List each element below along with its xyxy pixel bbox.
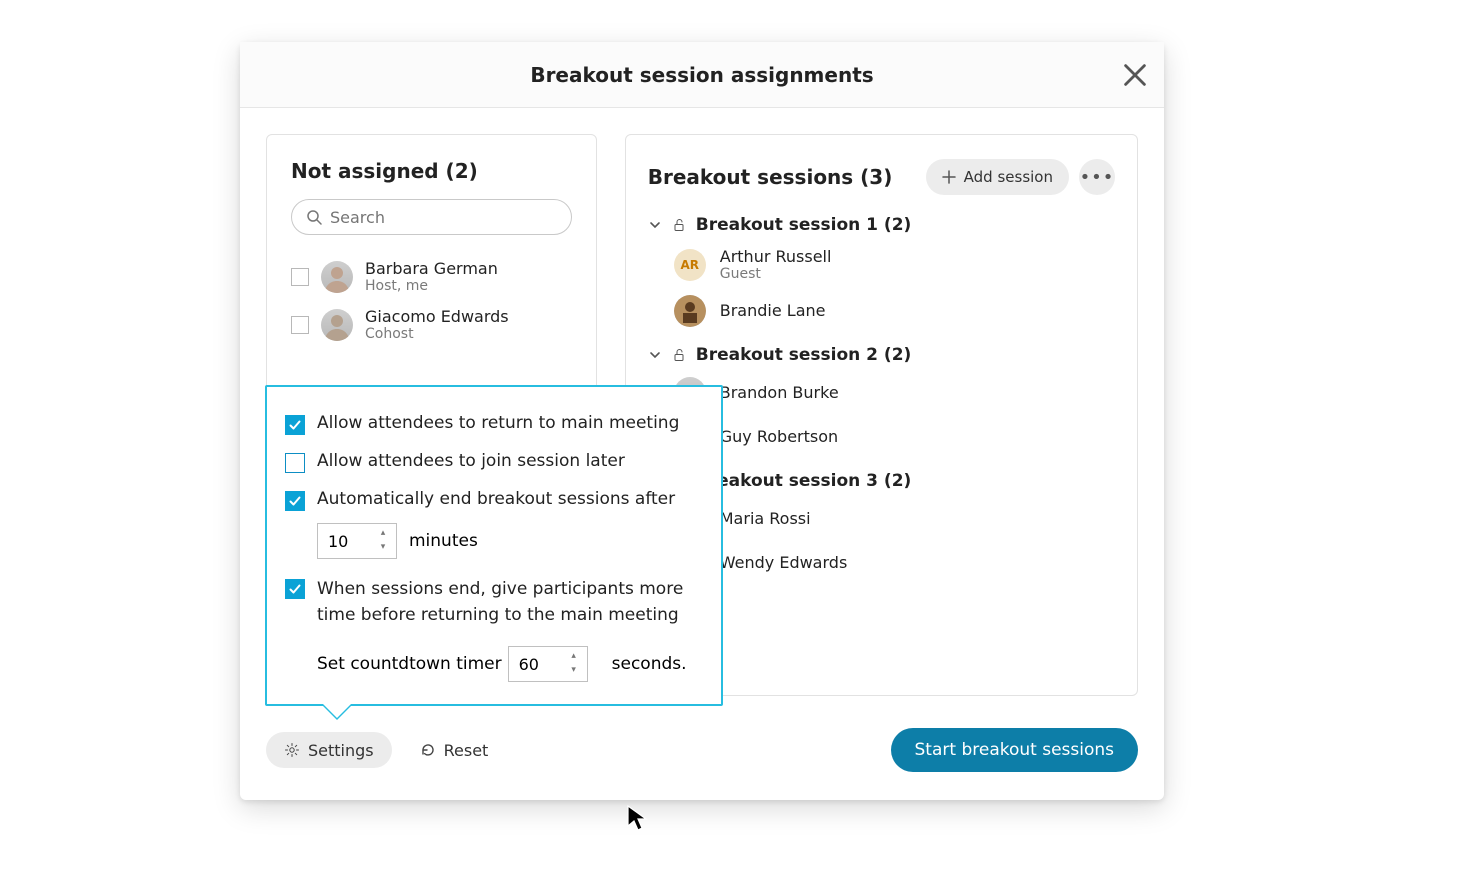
reset-icon bbox=[420, 742, 436, 758]
session-label: Breakout session 1 (2) bbox=[696, 215, 912, 235]
person-checkbox[interactable] bbox=[291, 268, 309, 286]
more-horizontal-icon: ••• bbox=[1080, 167, 1115, 188]
countdown-label: When sessions end, give participants mor… bbox=[317, 577, 703, 628]
minutes-stepper[interactable]: ▴▾ bbox=[317, 523, 397, 559]
session-member-row[interactable]: Maria Rossi bbox=[674, 497, 1115, 541]
allow-join-later-label: Allow attendees to join session later bbox=[317, 451, 625, 471]
stepper-down-icon[interactable]: ▾ bbox=[565, 664, 583, 678]
reset-button[interactable]: Reset bbox=[420, 741, 489, 760]
unlock-icon bbox=[672, 348, 686, 362]
person-role: Guest bbox=[720, 266, 832, 283]
unlock-icon bbox=[672, 218, 686, 232]
session-member-row[interactable]: Guy Robertson bbox=[674, 415, 1115, 459]
session-header[interactable]: Breakout session 1 (2) bbox=[648, 209, 1115, 241]
close-icon bbox=[1120, 60, 1150, 90]
settings-popover: Allow attendees to return to main meetin… bbox=[265, 385, 723, 706]
avatar-initials: AR bbox=[674, 249, 706, 281]
person-name: Brandon Burke bbox=[720, 383, 839, 402]
reset-label: Reset bbox=[444, 741, 489, 760]
allow-join-later-checkbox[interactable] bbox=[285, 453, 305, 473]
person-name: Giacomo Edwards bbox=[365, 307, 509, 326]
settings-button[interactable]: Settings bbox=[266, 732, 392, 768]
auto-end-label: Automatically end breakout sessions afte… bbox=[317, 489, 675, 509]
session-member-row[interactable]: Brandie Lane bbox=[674, 289, 1115, 333]
countdown-suffix: seconds. bbox=[612, 654, 687, 674]
add-session-label: Add session bbox=[964, 168, 1053, 186]
search-field[interactable] bbox=[291, 199, 572, 235]
minutes-unit: minutes bbox=[409, 531, 478, 551]
seconds-input[interactable] bbox=[509, 655, 557, 674]
add-session-button[interactable]: Add session bbox=[926, 159, 1069, 195]
search-input[interactable] bbox=[330, 208, 557, 227]
plus-icon bbox=[942, 170, 956, 184]
start-breakout-button[interactable]: Start breakout sessions bbox=[891, 728, 1138, 772]
more-options-button[interactable]: ••• bbox=[1079, 159, 1115, 195]
session-label: Breakout session 3 (2) bbox=[696, 471, 912, 491]
sessions-title: Breakout sessions (3) bbox=[648, 165, 893, 189]
person-name: Maria Rossi bbox=[720, 509, 811, 528]
person-role: Host, me bbox=[365, 278, 498, 295]
person-name: Wendy Edwards bbox=[720, 553, 848, 572]
unassigned-person-row[interactable]: Giacomo Edwards Cohost bbox=[291, 301, 572, 349]
session-member-row[interactable]: Brandon Burke bbox=[674, 371, 1115, 415]
chevron-down-icon bbox=[648, 348, 662, 362]
start-label: Start breakout sessions bbox=[915, 740, 1114, 760]
person-name: Guy Robertson bbox=[720, 427, 838, 446]
session-member-row[interactable]: AR Arthur Russell Guest bbox=[674, 241, 1115, 289]
dialog-header: Breakout session assignments bbox=[240, 42, 1164, 108]
avatar bbox=[321, 309, 353, 341]
countdown-checkbox[interactable] bbox=[285, 579, 305, 599]
search-icon bbox=[306, 209, 322, 225]
stepper-down-icon[interactable]: ▾ bbox=[374, 541, 392, 555]
minutes-input[interactable] bbox=[318, 532, 366, 551]
allow-return-checkbox[interactable] bbox=[285, 415, 305, 435]
not-assigned-title: Not assigned (2) bbox=[291, 159, 572, 183]
person-role: Cohost bbox=[365, 326, 509, 343]
session-label: Breakout session 2 (2) bbox=[696, 345, 912, 365]
stepper-up-icon[interactable]: ▴ bbox=[374, 527, 392, 541]
dialog-title: Breakout session assignments bbox=[530, 63, 873, 87]
person-checkbox[interactable] bbox=[291, 316, 309, 334]
auto-end-checkbox[interactable] bbox=[285, 491, 305, 511]
person-name: Barbara German bbox=[365, 259, 498, 278]
session-member-row[interactable]: Wendy Edwards bbox=[674, 541, 1115, 585]
close-button[interactable] bbox=[1120, 60, 1150, 90]
settings-label: Settings bbox=[308, 741, 374, 760]
person-name: Arthur Russell bbox=[720, 247, 832, 266]
mouse-cursor-icon bbox=[626, 804, 648, 836]
gear-icon bbox=[284, 742, 300, 758]
avatar bbox=[321, 261, 353, 293]
seconds-stepper[interactable]: ▴▾ bbox=[508, 646, 588, 682]
countdown-prefix: Set countdtown timer bbox=[317, 654, 502, 674]
chevron-down-icon bbox=[648, 218, 662, 232]
unassigned-person-row[interactable]: Barbara German Host, me bbox=[291, 253, 572, 301]
allow-return-label: Allow attendees to return to main meetin… bbox=[317, 413, 679, 433]
session-header[interactable]: Breakout session 2 (2) bbox=[648, 339, 1115, 371]
avatar bbox=[674, 295, 706, 327]
stepper-up-icon[interactable]: ▴ bbox=[565, 650, 583, 664]
person-name: Brandie Lane bbox=[720, 301, 826, 320]
